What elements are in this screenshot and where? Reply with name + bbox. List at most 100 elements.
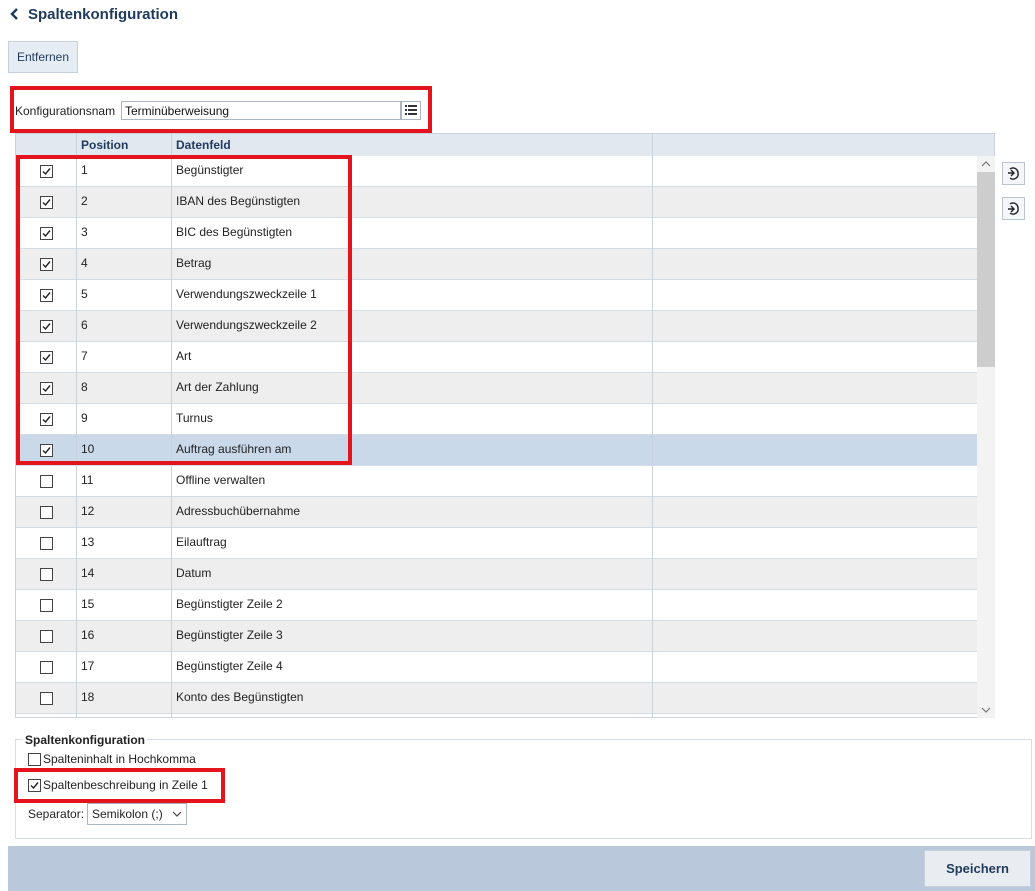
cell-datenfeld: Art der Zahlung [176,380,259,394]
table-row[interactable]: 18 Konto des Begünstigten [16,683,978,714]
move-down-icon [1008,202,1019,215]
list-icon [405,105,417,115]
row-checkbox[interactable] [40,661,53,674]
table-row[interactable]: 11 Offline verwalten [16,466,978,497]
quote-checkbox[interactable] [28,753,41,766]
column-config-legend: Spaltenkonfiguration [23,733,147,747]
checkmark-icon [42,385,51,393]
cell-position: 11 [81,473,94,487]
cell-position: 9 [81,411,88,425]
cell-datenfeld: Offline verwalten [176,473,266,487]
row-checkbox[interactable] [40,692,53,705]
header-position[interactable]: Position [81,134,128,156]
table-row[interactable]: 10 Auftrag ausführen am [16,435,978,466]
column-divider [76,134,77,717]
cell-datenfeld: Adressbuchübernahme [176,504,301,518]
row-checkbox[interactable] [40,475,53,488]
checkmark-icon [42,292,51,300]
table-row[interactable]: 9 Turnus [16,404,978,435]
config-name-input[interactable] [121,101,401,120]
config-name-label: Konfigurationsnam [15,104,116,118]
cell-position: 18 [81,690,95,704]
cell-position: 10 [81,442,95,456]
row-checkbox[interactable] [40,599,53,612]
table-row[interactable]: 16 Begünstigter Zeile 3 [16,621,978,652]
quote-label: Spalteninhalt in Hochkomma [43,752,196,766]
table-row[interactable]: 5 Verwendungszweckzeile 1 [16,280,978,311]
chevron-down-icon [172,811,182,817]
table-row[interactable]: 7 Art [16,342,978,373]
scroll-up-icon[interactable] [977,156,995,172]
checkmark-icon [30,782,39,790]
config-list-button[interactable] [401,101,421,120]
cell-datenfeld: Begünstigter Zeile 3 [176,628,283,642]
table-row[interactable]: 2 IBAN des Begünstigten [16,187,978,218]
cell-datenfeld: Auftrag ausführen am [176,442,292,456]
header-row-label: Spaltenbeschreibung in Zeile 1 [43,778,208,792]
cell-position: 8 [81,380,88,394]
cell-datenfeld: Verwendungszweckzeile 2 [176,318,317,332]
cell-datenfeld: Eilauftrag [176,535,227,549]
scrollbar-thumb[interactable] [977,172,995,367]
remove-button[interactable]: Entfernen [8,41,78,73]
table-row[interactable]: 13 Eilauftrag [16,528,978,559]
footer-bar [8,846,1035,891]
table-row[interactable]: 17 Begünstigter Zeile 4 [16,652,978,683]
row-checkbox[interactable] [40,382,53,395]
table-row[interactable]: 1 Begünstigter [16,156,978,187]
cell-position: 15 [81,597,95,611]
cell-datenfeld: Begünstigter Zeile 2 [176,597,283,611]
table-row[interactable]: 14 Datum [16,559,978,590]
header-row-checkbox[interactable] [28,779,41,792]
table-header: Position Datenfeld [16,134,994,157]
row-checkbox[interactable] [40,320,53,333]
cell-datenfeld: IBAN des Begünstigten [176,194,301,208]
columns-table: Position Datenfeld 1 Begünstigter 2 IBAN de… [15,133,995,718]
row-checkbox[interactable] [40,258,53,271]
cell-position: 7 [81,349,88,363]
cell-datenfeld: Konto des Begünstigten [176,690,304,704]
chevron-left-icon[interactable] [8,6,22,22]
table-row[interactable]: 12 Adressbuchübernahme [16,497,978,528]
cell-datenfeld: BIC des Begünstigten [176,225,293,239]
row-checkbox[interactable] [40,537,53,550]
row-checkbox[interactable] [40,351,53,364]
cell-datenfeld: Datum [176,566,212,580]
column-divider [652,134,653,717]
row-checkbox[interactable] [40,289,53,302]
cell-position: 2 [81,194,88,208]
save-button[interactable]: Speichern [924,850,1031,887]
cell-position: 17 [81,659,95,673]
cell-position: 16 [81,628,95,642]
cell-position: 1 [81,163,88,177]
separator-label: Separator: [28,807,85,821]
checkmark-icon [42,354,51,362]
table-row[interactable]: 3 BIC des Begünstigten [16,218,978,249]
checkmark-icon [42,168,51,176]
move-down-button[interactable] [1002,197,1025,220]
move-up-icon [1008,167,1019,180]
table-body: 1 Begünstigter 2 IBAN des Begünstigten 3 BIC … [16,156,978,714]
row-checkbox[interactable] [40,444,53,457]
header-datenfeld[interactable]: Datenfeld [176,134,231,156]
row-checkbox[interactable] [40,165,53,178]
row-checkbox[interactable] [40,196,53,209]
checkmark-icon [42,230,51,238]
table-row[interactable]: 4 Betrag [16,249,978,280]
table-row[interactable]: 8 Art der Zahlung [16,373,978,404]
table-row[interactable]: 6 Verwendungszweckzeile 2 [16,311,978,342]
cell-datenfeld: Art [176,349,192,363]
checkmark-icon [42,416,51,424]
row-checkbox[interactable] [40,413,53,426]
scroll-down-icon[interactable] [977,702,995,718]
table-row[interactable]: 15 Begünstigter Zeile 2 [16,590,978,621]
cell-datenfeld: Betrag [176,256,212,270]
row-checkbox[interactable] [40,630,53,643]
cell-position: 12 [81,504,95,518]
move-up-button[interactable] [1002,162,1025,185]
separator-select[interactable]: Semikolon (;) [87,803,187,825]
row-checkbox[interactable] [40,227,53,240]
cell-position: 13 [81,535,95,549]
row-checkbox[interactable] [40,568,53,581]
row-checkbox[interactable] [40,506,53,519]
